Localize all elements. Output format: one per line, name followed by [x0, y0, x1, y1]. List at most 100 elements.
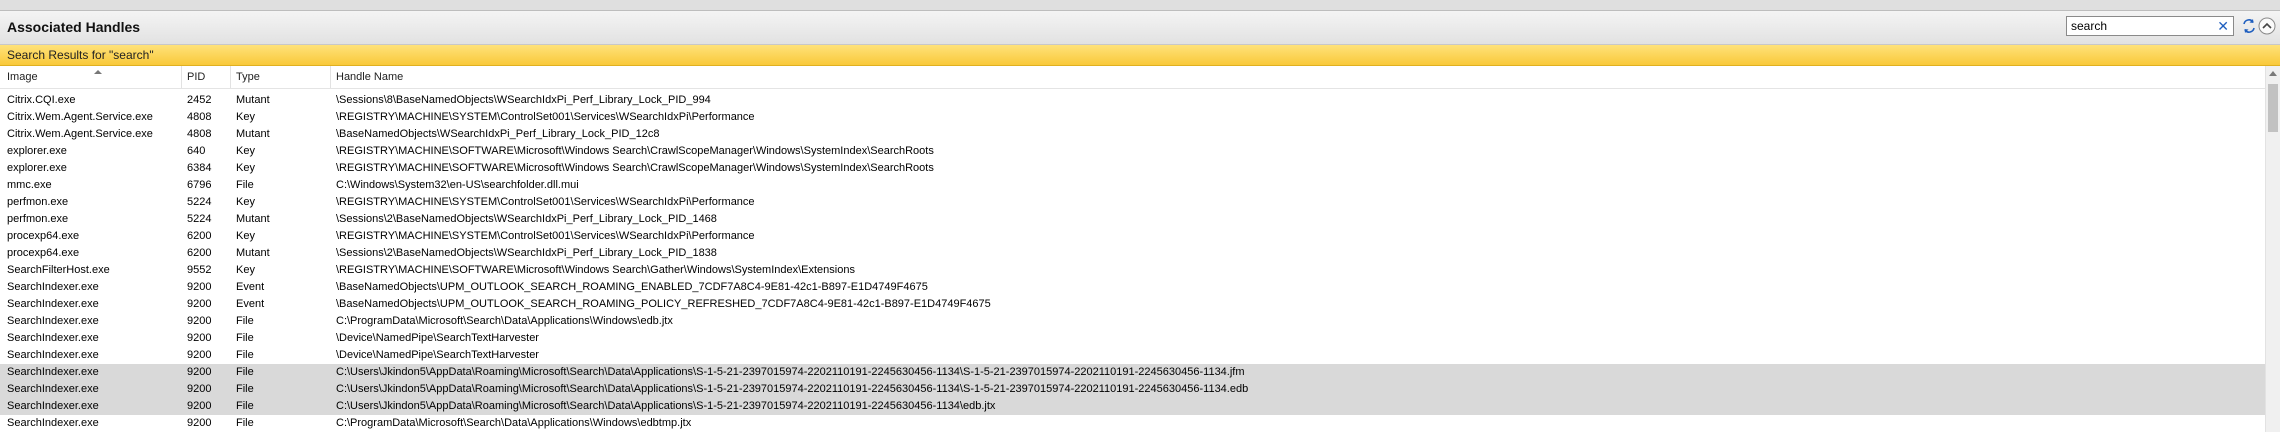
- scroll-up-arrow-icon[interactable]: [2269, 71, 2277, 76]
- table-row[interactable]: Citrix.Wem.Agent.Service.exe 4808 Key \REGI…: [0, 109, 2266, 126]
- table-row[interactable]: procexp64.exe 6200 Key \REGISTRY\MACHINE\SY…: [0, 228, 2266, 245]
- cell-type: File: [236, 179, 254, 191]
- panel-titlebar: Associated Handles: [0, 11, 2280, 45]
- cell-handle-name: \REGISTRY\MACHINE\SOFTWARE\Microsoft\Win…: [336, 145, 934, 157]
- column-divider[interactable]: [230, 66, 231, 88]
- clear-search-icon[interactable]: ✕: [2217, 17, 2229, 35]
- vertical-scrollbar[interactable]: [2265, 66, 2280, 432]
- scrollbar-thumb[interactable]: [2268, 84, 2278, 132]
- column-header-type[interactable]: Type: [236, 71, 260, 87]
- column-divider[interactable]: [181, 66, 182, 88]
- cell-image: explorer.exe: [7, 145, 67, 157]
- cell-image: SearchFilterHost.exe: [7, 264, 110, 276]
- cell-type: Event: [236, 298, 265, 310]
- cell-image: SearchIndexer.exe: [7, 281, 99, 293]
- table-row[interactable]: SearchIndexer.exe 9200 File C:\ProgramData\…: [0, 313, 2266, 330]
- table-row[interactable]: procexp64.exe 6200 Mutant \Sessions\2\BaseN…: [0, 245, 2266, 262]
- table-row[interactable]: SearchIndexer.exe 9200 File C:\Users\Jkindo…: [0, 381, 2266, 398]
- table-row[interactable]: SearchIndexer.exe 9200 Event \BaseNamedObje…: [0, 296, 2266, 313]
- column-header-handle-name[interactable]: Handle Name: [336, 71, 403, 87]
- table-row[interactable]: SearchIndexer.exe 9200 File \Device\NamedPi…: [0, 347, 2266, 364]
- cell-pid: 5224: [187, 196, 212, 208]
- table-row[interactable]: SearchIndexer.exe 9200 File C:\Users\Jkindo…: [0, 398, 2266, 415]
- search-input[interactable]: [2071, 18, 2211, 34]
- cell-type: Key: [236, 145, 255, 157]
- cell-handle-name: \Sessions\8\BaseNamedObjects\WSearchIdxP…: [336, 94, 711, 106]
- cell-image: Citrix.CQI.exe: [7, 94, 76, 106]
- cell-type: Mutant: [236, 94, 270, 106]
- cell-type: Key: [236, 264, 255, 276]
- cell-type: File: [236, 417, 254, 429]
- cell-handle-name: C:\Users\Jkindon5\AppData\Roaming\Micros…: [336, 400, 996, 412]
- table-row[interactable]: mmc.exe 6796 File C:\Windows\System32\en-US…: [0, 177, 2266, 194]
- table-row[interactable]: SearchIndexer.exe 9200 Event \BaseNamedObje…: [0, 279, 2266, 296]
- cell-handle-name: \Sessions\2\BaseNamedObjects\WSearchIdxP…: [336, 213, 717, 225]
- cell-pid: 640: [187, 145, 206, 157]
- cell-image: SearchIndexer.exe: [7, 417, 99, 429]
- cell-type: Key: [236, 162, 255, 174]
- sort-ascending-icon: [94, 70, 102, 74]
- search-results-text: Search Results for "search": [7, 48, 154, 62]
- table-row[interactable]: perfmon.exe 5224 Mutant \Sessions\2\BaseNam…: [0, 211, 2266, 228]
- cell-pid: 2452: [187, 94, 212, 106]
- table-row[interactable]: Citrix.Wem.Agent.Service.exe 4808 Mutant \B…: [0, 126, 2266, 143]
- cell-handle-name: C:\ProgramData\Microsoft\Search\Data\App…: [336, 417, 692, 429]
- cell-type: File: [236, 400, 254, 412]
- cell-type: Key: [236, 196, 255, 208]
- cell-image: perfmon.exe: [7, 213, 69, 225]
- handles-list: Citrix.CQI.exe 2452 Mutant \Sessions\8\Base…: [0, 92, 2266, 432]
- table-row[interactable]: explorer.exe 6384 Key \REGISTRY\MACHINE\SOF…: [0, 160, 2266, 177]
- cell-pid: 5224: [187, 213, 212, 225]
- cell-image: Citrix.Wem.Agent.Service.exe: [7, 111, 153, 123]
- cell-handle-name: \BaseNamedObjects\UPM_OUTLOOK_SEARCH_ROA…: [336, 281, 928, 293]
- cell-image: SearchIndexer.exe: [7, 366, 99, 378]
- cell-type: File: [236, 366, 254, 378]
- cell-handle-name: \REGISTRY\MACHINE\SYSTEM\ControlSet001\S…: [336, 230, 755, 242]
- table-row[interactable]: SearchIndexer.exe 9200 File C:\Users\Jkindo…: [0, 364, 2266, 381]
- cell-handle-name: \Device\NamedPipe\SearchTextHarvester: [336, 349, 539, 361]
- cell-handle-name: \REGISTRY\MACHINE\SOFTWARE\Microsoft\Win…: [336, 162, 934, 174]
- refresh-icon: [2243, 19, 2255, 33]
- cell-type: Key: [236, 230, 255, 242]
- cell-type: Mutant: [236, 247, 270, 259]
- cell-handle-name: \BaseNamedObjects\UPM_OUTLOOK_SEARCH_ROA…: [336, 298, 991, 310]
- cell-pid: 6796: [187, 179, 212, 191]
- cell-pid: 6200: [187, 247, 212, 259]
- cell-handle-name: C:\ProgramData\Microsoft\Search\Data\App…: [336, 315, 673, 327]
- cell-pid: 9200: [187, 332, 212, 344]
- cell-handle-name: C:\Users\Jkindon5\AppData\Roaming\Micros…: [336, 366, 1245, 378]
- cell-image: SearchIndexer.exe: [7, 332, 99, 344]
- search-results-banner: Search Results for "search": [0, 45, 2280, 66]
- cell-pid: 9200: [187, 281, 212, 293]
- cell-type: File: [236, 332, 254, 344]
- cell-type: Event: [236, 281, 265, 293]
- cell-pid: 4808: [187, 128, 212, 140]
- cell-image: SearchIndexer.exe: [7, 349, 99, 361]
- search-box[interactable]: ✕: [2066, 16, 2234, 36]
- table-row[interactable]: perfmon.exe 5224 Key \REGISTRY\MACHINE\SYST…: [0, 194, 2266, 211]
- cell-pid: 9552: [187, 264, 212, 276]
- cell-image: explorer.exe: [7, 162, 67, 174]
- cell-type: Mutant: [236, 213, 270, 225]
- cell-pid: 6200: [187, 230, 212, 242]
- cell-image: perfmon.exe: [7, 196, 69, 208]
- cell-type: File: [236, 315, 254, 327]
- column-header-image[interactable]: Image: [7, 70, 102, 87]
- cell-image: SearchIndexer.exe: [7, 383, 99, 395]
- table-row[interactable]: Citrix.CQI.exe 2452 Mutant \Sessions\8\Base…: [0, 92, 2266, 109]
- cell-image: procexp64.exe: [7, 247, 80, 259]
- table-row[interactable]: SearchIndexer.exe 9200 File C:\ProgramData\…: [0, 415, 2266, 432]
- cell-image: SearchIndexer.exe: [7, 400, 99, 412]
- cell-handle-name: C:\Windows\System32\en-US\searchfolder.d…: [336, 179, 579, 191]
- cell-handle-name: \Device\NamedPipe\SearchTextHarvester: [336, 332, 539, 344]
- table-row[interactable]: explorer.exe 640 Key \REGISTRY\MACHINE\SOFT…: [0, 143, 2266, 160]
- table-row[interactable]: SearchIndexer.exe 9200 File \Device\NamedPi…: [0, 330, 2266, 347]
- column-header-pid[interactable]: PID: [187, 71, 205, 87]
- cell-handle-name: \Sessions\2\BaseNamedObjects\WSearchIdxP…: [336, 247, 717, 259]
- collapse-button[interactable]: [2256, 15, 2278, 37]
- cell-pid: 9200: [187, 400, 212, 412]
- table-row[interactable]: SearchFilterHost.exe 9552 Key \REGISTRY\MAC…: [0, 262, 2266, 279]
- cell-type: Key: [236, 111, 255, 123]
- cell-pid: 9200: [187, 298, 212, 310]
- column-divider[interactable]: [330, 66, 331, 88]
